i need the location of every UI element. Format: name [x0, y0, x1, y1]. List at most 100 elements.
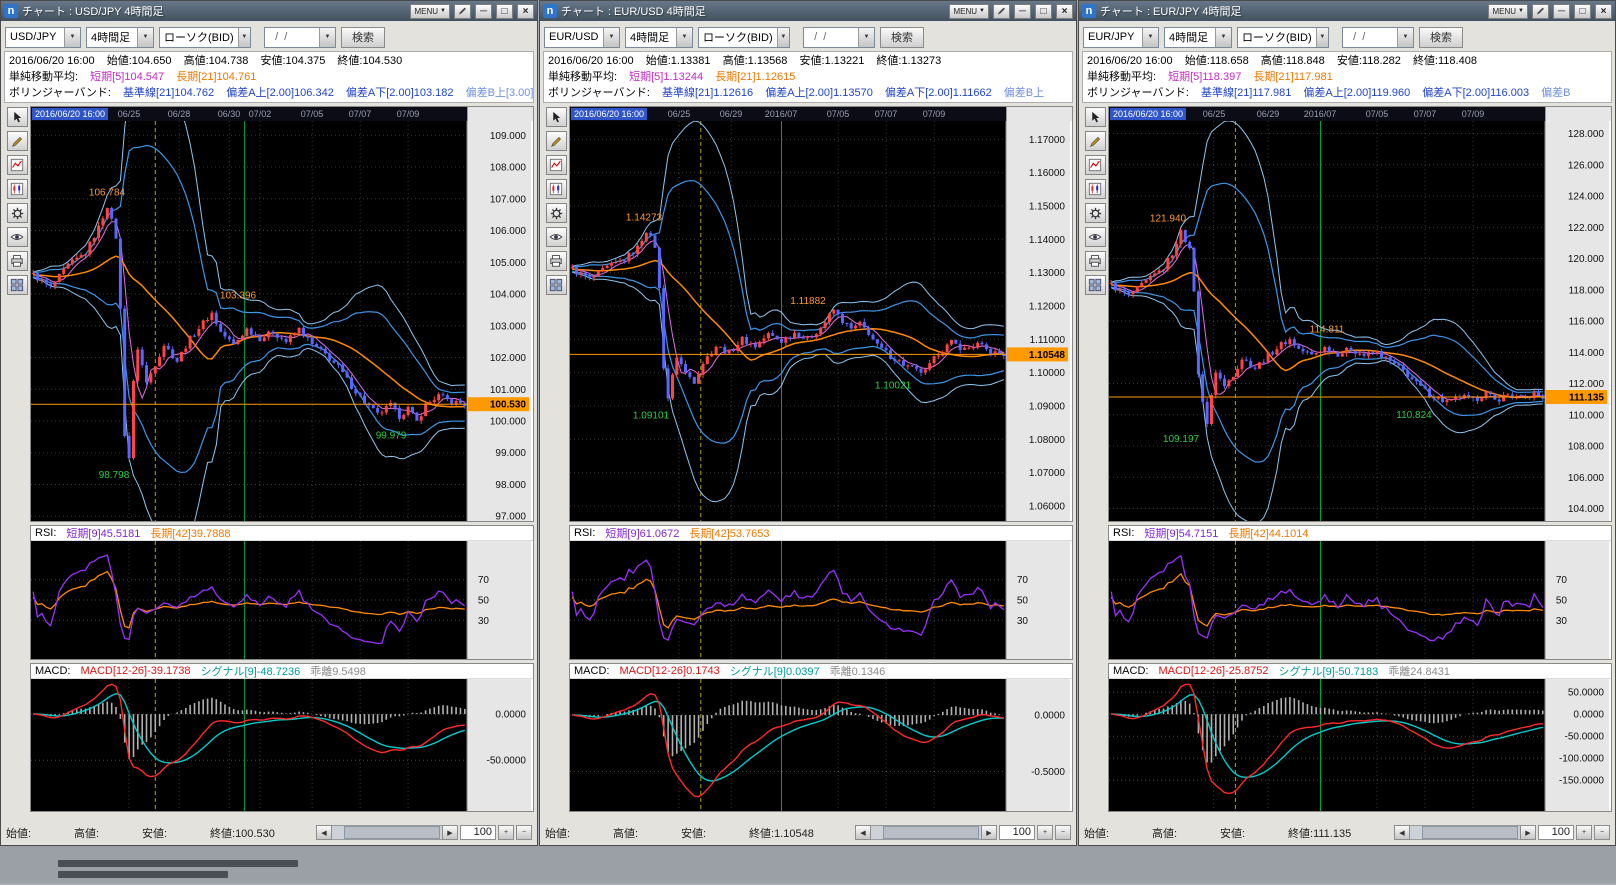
date-input[interactable]: / / ▼ — [1342, 27, 1414, 48]
print-button[interactable] — [546, 251, 567, 271]
scroll-left-button[interactable]: ◀ — [316, 825, 332, 840]
close-button[interactable]: × — [1595, 4, 1612, 19]
settings-button[interactable] — [1085, 203, 1106, 223]
svg-text:110.824: 110.824 — [1396, 410, 1432, 421]
scroll-thumb[interactable] — [1422, 826, 1518, 839]
bar-count-input[interactable]: 100 — [1538, 825, 1574, 840]
date-axis-corner — [1006, 107, 1072, 121]
timeframe-select[interactable]: 4時間足 ▼ — [1164, 27, 1232, 48]
pair-select[interactable]: USD/JPY ▼ — [5, 27, 81, 48]
search-button[interactable]: 検索 — [341, 27, 385, 48]
printer-icon — [549, 254, 563, 268]
scroll-thumb[interactable] — [883, 826, 979, 839]
print-button[interactable] — [1085, 251, 1106, 271]
taskbar-item[interactable] — [58, 871, 228, 878]
pointer-tool-button[interactable] — [546, 107, 567, 127]
minimize-button[interactable]: ─ — [475, 4, 492, 19]
indicator-button[interactable] — [546, 155, 567, 175]
minimize-button[interactable]: ─ — [1014, 4, 1031, 19]
menu-button[interactable]: MENU▼ — [1488, 4, 1528, 19]
price-chart[interactable]: 121.940114.811109.197110.824128.000126.0… — [1109, 121, 1609, 521]
chart-type-button[interactable] — [7, 179, 28, 199]
close-button[interactable]: × — [1056, 4, 1073, 19]
timeframe-select[interactable]: 4時間足 ▼ — [625, 27, 693, 48]
zoom-out-button[interactable]: − — [516, 825, 532, 840]
layout-button[interactable] — [7, 275, 28, 295]
draw-popout-button[interactable] — [1532, 4, 1549, 19]
gear-icon — [11, 207, 24, 220]
pointer-tool-button[interactable] — [1085, 107, 1106, 127]
bar-count-input[interactable]: 100 — [460, 825, 496, 840]
draw-popout-button[interactable] — [454, 4, 471, 19]
zoom-in-button[interactable]: + — [1037, 825, 1053, 840]
scroll-right-button[interactable]: ▶ — [442, 825, 458, 840]
svg-text:107.000: 107.000 — [490, 194, 527, 205]
scroll-track[interactable] — [1410, 825, 1520, 840]
macd-legend: MACD: MACD[12-26]-39.1738 シグナル[9]-48.723… — [31, 664, 533, 679]
price-chart[interactable]: 1.142731.118821.091011.100211.170001.160… — [570, 121, 1070, 521]
scroll-track[interactable] — [871, 825, 981, 840]
indicator-button[interactable] — [7, 155, 28, 175]
pair-select[interactable]: EUR/JPY ▼ — [1083, 27, 1159, 48]
visibility-button[interactable] — [546, 227, 567, 247]
h-scrollbar[interactable]: ◀ ▶ — [1394, 825, 1536, 840]
rsi-chart[interactable]: 705030 — [570, 541, 1070, 659]
scroll-right-button[interactable]: ▶ — [981, 825, 997, 840]
macd-chart[interactable]: 0.0000-50.0000 — [31, 679, 531, 811]
draw-tool-button[interactable] — [546, 131, 567, 151]
settings-button[interactable] — [7, 203, 28, 223]
zoom-in-button[interactable]: + — [498, 825, 514, 840]
macd-chart[interactable]: 0.0000-0.5000 — [570, 679, 1070, 811]
date-input[interactable]: / / ▼ — [803, 27, 875, 48]
indicator-button[interactable] — [1085, 155, 1106, 175]
scroll-track[interactable] — [332, 825, 442, 840]
scroll-left-button[interactable]: ◀ — [1394, 825, 1410, 840]
pair-select[interactable]: EUR/USD ▼ — [544, 27, 620, 48]
titlebar[interactable]: n チャート : EUR/USD 4時間足 MENU▼ ─ □ × — [540, 1, 1076, 21]
maximize-button[interactable]: □ — [1035, 4, 1052, 19]
draw-popout-button[interactable] — [993, 4, 1010, 19]
chart-style-select[interactable]: ローソク(BID) ▼ — [159, 27, 251, 48]
titlebar[interactable]: n チャート : EUR/JPY 4時間足 MENU▼ ─ □ × — [1079, 1, 1615, 21]
date-tick: 06/29 — [1257, 108, 1280, 120]
scroll-left-button[interactable]: ◀ — [855, 825, 871, 840]
taskbar-item[interactable] — [58, 860, 298, 867]
layout-button[interactable] — [546, 275, 567, 295]
menu-button[interactable]: MENU▼ — [949, 4, 989, 19]
close-button[interactable]: × — [517, 4, 534, 19]
draw-tool-button[interactable] — [7, 131, 28, 151]
chart-style-select[interactable]: ローソク(BID) ▼ — [698, 27, 790, 48]
scroll-thumb[interactable] — [344, 826, 440, 839]
menu-button[interactable]: MENU▼ — [410, 4, 450, 19]
draw-tool-button[interactable] — [1085, 131, 1106, 151]
price-chart[interactable]: 106.784103.39698.79899.979109.000108.000… — [31, 121, 531, 521]
layout-button[interactable] — [1085, 275, 1106, 295]
rsi-chart[interactable]: 705030 — [31, 541, 531, 659]
chart-style-select[interactable]: ローソク(BID) ▼ — [1237, 27, 1329, 48]
chart-type-button[interactable] — [546, 179, 567, 199]
maximize-button[interactable]: □ — [1574, 4, 1591, 19]
h-scrollbar[interactable]: ◀ ▶ — [855, 825, 997, 840]
chart-type-button[interactable] — [1085, 179, 1106, 199]
maximize-button[interactable]: □ — [496, 4, 513, 19]
date-input[interactable]: / / ▼ — [264, 27, 336, 48]
settings-button[interactable] — [546, 203, 567, 223]
timeframe-select[interactable]: 4時間足 ▼ — [86, 27, 154, 48]
zoom-out-button[interactable]: − — [1594, 825, 1610, 840]
print-button[interactable] — [7, 251, 28, 271]
search-button[interactable]: 検索 — [880, 27, 924, 48]
rsi-chart[interactable]: 705030 — [1109, 541, 1609, 659]
scroll-right-button[interactable]: ▶ — [1520, 825, 1536, 840]
macd-chart[interactable]: 50.00000.0000-50.0000-100.0000-150.0000 — [1109, 679, 1609, 811]
zoom-out-button[interactable]: − — [1055, 825, 1071, 840]
minimize-button[interactable]: ─ — [1553, 4, 1570, 19]
h-scrollbar[interactable]: ◀ ▶ — [316, 825, 458, 840]
bar-count-input[interactable]: 100 — [999, 825, 1035, 840]
visibility-button[interactable] — [7, 227, 28, 247]
bottom-bar: 始値: 高値: 安値: 終値:111.135 ◀ ▶ 100 + − — [1082, 823, 1612, 842]
zoom-in-button[interactable]: + — [1576, 825, 1592, 840]
titlebar[interactable]: n チャート : USD/JPY 4時間足 MENU▼ ─ □ × — [1, 1, 537, 21]
pointer-tool-button[interactable] — [7, 107, 28, 127]
search-button[interactable]: 検索 — [1419, 27, 1463, 48]
visibility-button[interactable] — [1085, 227, 1106, 247]
